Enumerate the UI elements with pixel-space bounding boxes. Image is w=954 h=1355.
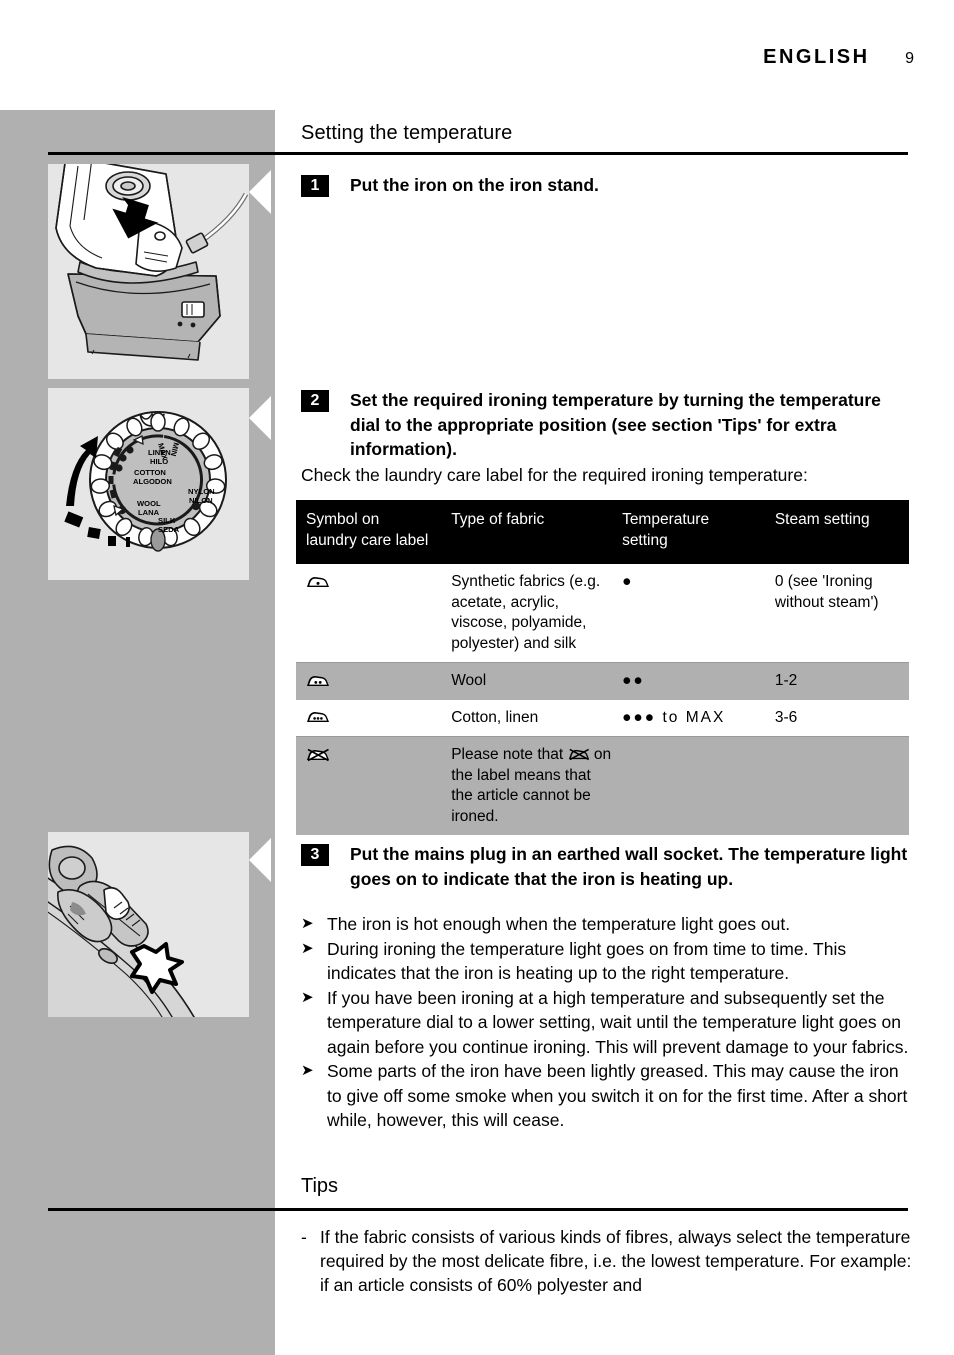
step-2: 2 Set the required ironing temperature b…: [301, 388, 910, 462]
fabric-temperature-table: Symbol on laundry care label Type of fab…: [296, 500, 909, 835]
table-row: Please note that on the label means that…: [296, 736, 909, 835]
iron-on-stand-drawing: [55, 164, 249, 361]
header-symbol: Symbol on laundry care label: [296, 500, 442, 564]
tips-list: - If the fabric consists of various kind…: [301, 1225, 913, 1297]
step-3-number: 3: [301, 844, 329, 866]
dial-label-algodon: ALGODON: [133, 477, 172, 486]
cell-fabric: Wool: [441, 662, 613, 700]
list-item-text: During ironing the temperature light goe…: [327, 938, 847, 984]
dial-label-cotton: COTTON: [134, 468, 166, 477]
iron-one-dot-icon: [307, 576, 329, 587]
temperature-dial-drawing: LINEN HILO COTTON ALGODON WOOL LANA SILK…: [64, 411, 227, 552]
section-rule-tips: [48, 1208, 908, 1211]
list-item-text: The iron is hot enough when the temperat…: [327, 914, 791, 934]
step-3: 3 Put the mains plug in an earthed wall …: [301, 842, 910, 891]
step-3-text: Put the mains plug in an earthed wall so…: [350, 844, 908, 889]
table-row: Cotton, linen ●●● to MAX 3-6: [296, 699, 909, 737]
table-header-row: Symbol on laundry care label Type of fab…: [296, 500, 909, 564]
bullet-arrow-icon: ➤: [301, 988, 314, 1006]
dial-label-nylon: NYLON: [188, 487, 215, 496]
temperature-light-drawing: [48, 845, 195, 1017]
list-item-text: If you have been ironing at a high tempe…: [327, 987, 909, 1057]
header-symbol-line1: Symbol on laundry care label: [306, 511, 429, 549]
iron-crossed-out-icon: [307, 748, 329, 762]
cell-fabric: Synthetic fabrics (e.g. acetate, acrylic…: [441, 564, 613, 663]
list-item-text: Some parts of the iron have been lightly…: [327, 1061, 908, 1130]
figure-pointer-notch-1: [249, 170, 271, 214]
step-1-text: Put the iron on the iron stand.: [350, 175, 599, 195]
cell-fabric: Cotton, linen: [441, 699, 613, 737]
header-fabric: Type of fabric: [441, 500, 613, 564]
step-2-number: 2: [301, 390, 329, 412]
illustration-sidebar: LINEN HILO COTTON ALGODON WOOL LANA SILK…: [0, 110, 275, 1355]
dial-label-seda: SEDA: [158, 525, 180, 534]
iron-two-dots-icon: [307, 675, 329, 686]
step-1-number: 1: [301, 175, 329, 197]
figure-pointer-notch-2: [249, 396, 271, 440]
cell-fabric-prefix: Please note that: [451, 746, 568, 763]
bullet-arrow-icon: ➤: [301, 939, 314, 957]
page-header: ENGLISH 9: [0, 46, 914, 69]
cell-temperature: [612, 736, 765, 835]
iron-on-stand-illustration: [48, 164, 249, 379]
cell-temperature: ●●: [612, 662, 765, 700]
list-item: ➤ The iron is hot enough when the temper…: [301, 912, 913, 937]
cell-steam: 1-2: [764, 662, 909, 700]
figure-pointer-notch-3: [249, 838, 271, 882]
iron-crossed-out-inline-icon: [568, 749, 589, 761]
list-item-text: If the fabric consists of various kinds …: [320, 1227, 912, 1295]
bullet-arrow-icon: ➤: [301, 915, 314, 932]
page-number: 9: [905, 50, 914, 67]
dial-label-silk: SILK: [158, 516, 176, 525]
dial-label-nilon: NILON: [189, 496, 213, 505]
language-label: ENGLISH: [763, 46, 870, 68]
cell-steam: [764, 736, 909, 835]
notes-list: ➤ The iron is hot enough when the temper…: [301, 912, 913, 1133]
dial-label-lana: LANA: [138, 508, 160, 517]
dial-label-wool: WOOL: [137, 499, 161, 508]
temperature-dial-illustration: LINEN HILO COTTON ALGODON WOOL LANA SILK…: [48, 388, 249, 580]
dash-bullet-icon: -: [301, 1227, 307, 1247]
check-label-line: Check the laundry care label for the req…: [301, 465, 808, 485]
section-rule-temperature: [48, 152, 908, 155]
list-item: ➤ During ironing the temperature light g…: [301, 937, 913, 986]
cell-symbol: [296, 662, 442, 700]
cell-temperature: ●●● to MAX: [612, 699, 765, 737]
header-temperature-text: Temperature setting: [622, 511, 710, 549]
step-2-text: Set the required ironing temperature by …: [350, 390, 881, 459]
cell-steam: 0 (see 'Ironing without steam'): [764, 564, 909, 663]
cell-symbol: [296, 564, 442, 663]
list-item: ➤ If you have been ironing at a high tem…: [301, 986, 913, 1060]
cell-temperature: ●: [612, 564, 765, 663]
cell-steam: 3-6: [764, 699, 909, 737]
temperature-light-illustration: [48, 832, 249, 1017]
iron-three-dots-icon: [307, 712, 329, 723]
cell-symbol: [296, 699, 442, 737]
header-steam: Steam setting: [764, 500, 909, 564]
step-1: 1 Put the iron on the iron stand.: [301, 173, 910, 198]
list-item: ➤ Some parts of the iron have been light…: [301, 1059, 913, 1133]
cell-symbol: [296, 736, 442, 835]
table-row: Wool ●● 1-2: [296, 662, 909, 700]
header-temperature: Temperature setting: [612, 500, 765, 564]
list-item: - If the fabric consists of various kind…: [301, 1225, 913, 1297]
cell-fabric: Please note that on the label means that…: [441, 736, 613, 835]
page-title: Setting the temperature: [301, 122, 513, 144]
table-row: Synthetic fabrics (e.g. acetate, acrylic…: [296, 564, 909, 663]
tips-title: Tips: [301, 1175, 339, 1197]
bullet-arrow-icon: ➤: [301, 1062, 314, 1079]
